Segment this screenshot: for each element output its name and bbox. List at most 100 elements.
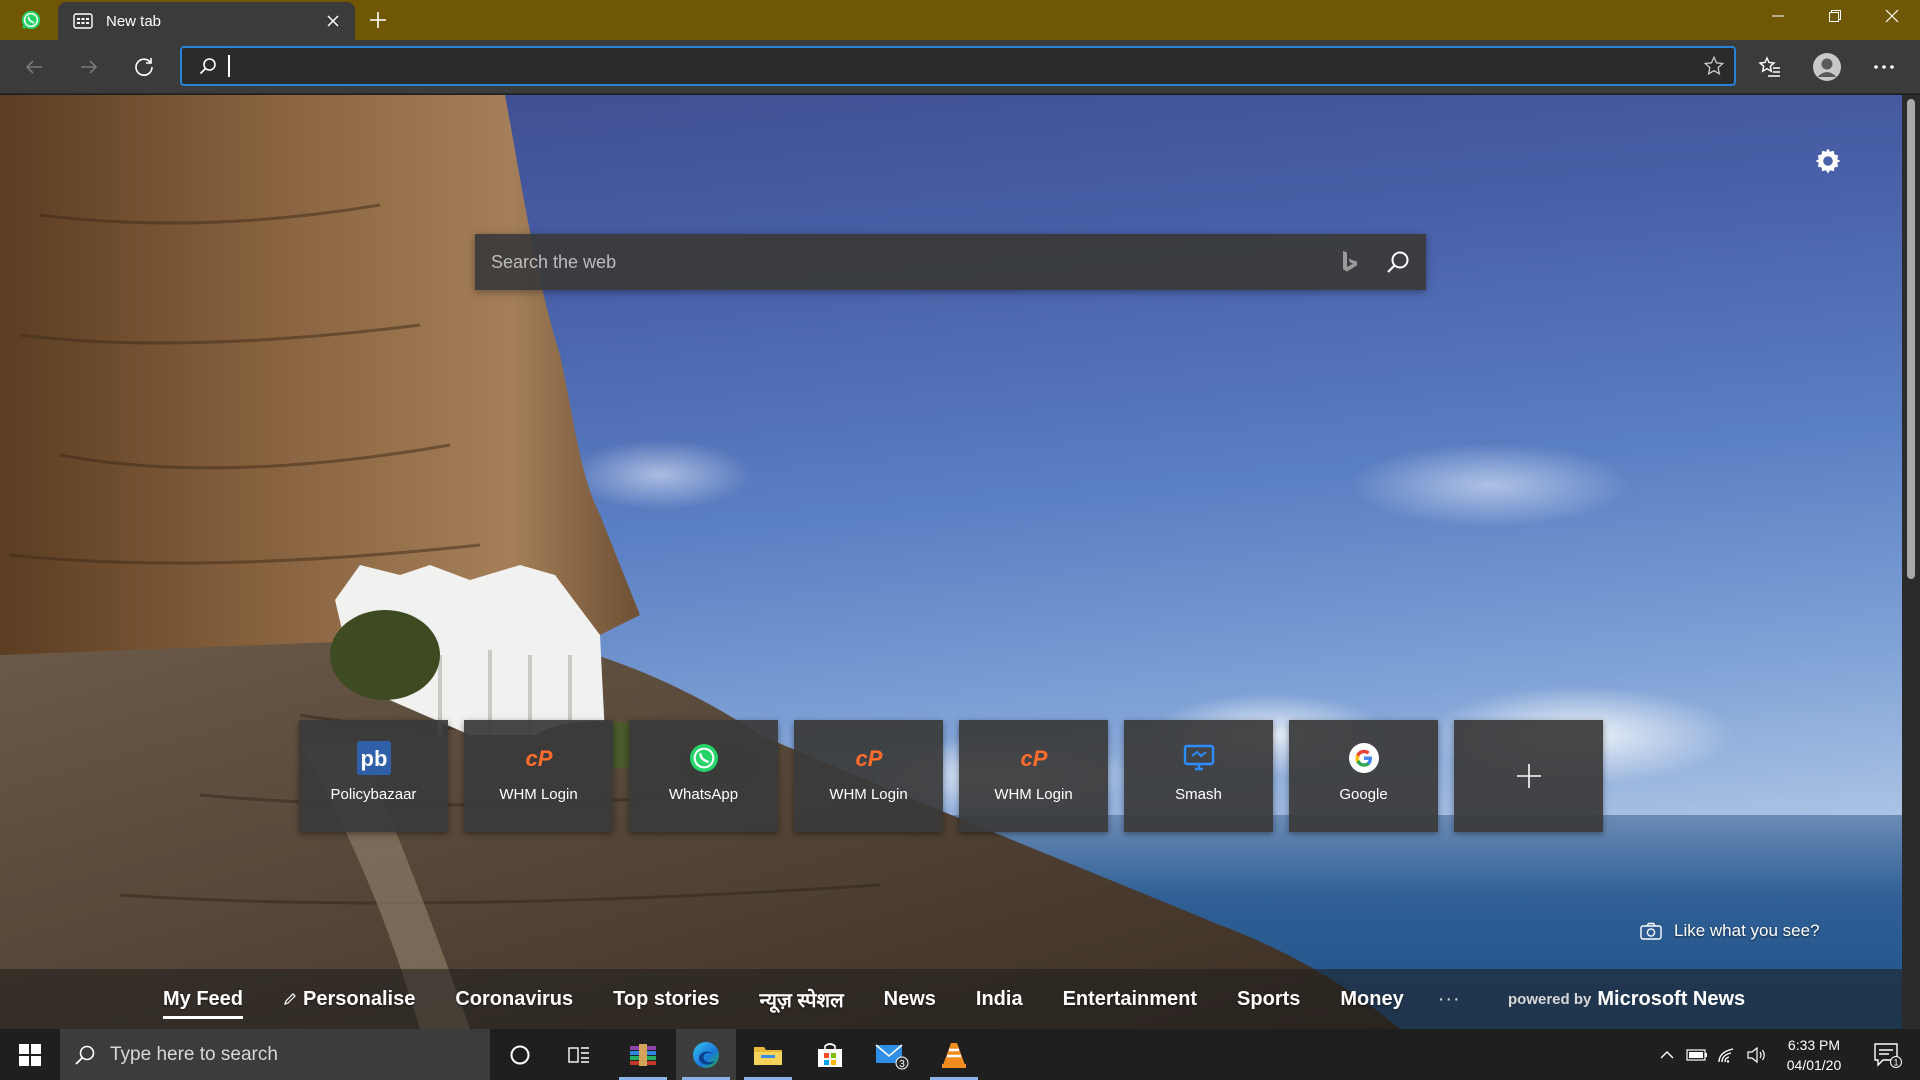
new-tab-page-icon	[72, 12, 94, 30]
tab-new-tab[interactable]: New tab	[58, 2, 355, 40]
taskbar-app-store[interactable]	[800, 1029, 860, 1080]
refresh-button[interactable]	[126, 49, 162, 85]
taskbar-app-file-explorer[interactable]	[738, 1029, 798, 1080]
vlc-cone-icon	[942, 1042, 966, 1068]
bing-logo-icon	[1330, 242, 1370, 282]
system-tray	[1652, 1029, 1772, 1080]
notification-count: 1	[1893, 1057, 1898, 1067]
cortana-button[interactable]	[490, 1029, 550, 1080]
title-bar: New tab	[0, 0, 1920, 40]
page-settings-button[interactable]	[1812, 145, 1844, 177]
quick-link-label: WHM Login	[829, 786, 908, 803]
feed-tab-entertainment[interactable]: Entertainment	[1063, 988, 1197, 1011]
taskbar-app-vlc[interactable]	[924, 1029, 984, 1080]
notification-icon: 1	[1874, 1042, 1902, 1068]
quick-link-label: WHM Login	[499, 786, 578, 803]
plus-icon	[370, 12, 386, 28]
web-search-box[interactable]	[475, 234, 1426, 290]
volume-control[interactable]	[1742, 1029, 1772, 1080]
battery-status[interactable]	[1682, 1029, 1712, 1080]
windows-logo-icon	[19, 1043, 41, 1066]
feed-tab-top-stories[interactable]: Top stories	[613, 988, 719, 1011]
edge-icon	[693, 1041, 719, 1068]
forward-button[interactable]	[71, 49, 107, 85]
clock-time: 6:33 PM	[1787, 1036, 1841, 1053]
powered-by-prefix: powered by	[1508, 990, 1592, 1008]
minimize-button[interactable]	[1749, 0, 1806, 32]
quick-link[interactable]: Smash	[1124, 720, 1273, 832]
policybazaar-icon: pb	[356, 740, 392, 776]
show-hidden-icons-button[interactable]	[1652, 1029, 1682, 1080]
quick-link[interactable]: WhatsApp	[629, 720, 778, 832]
close-icon	[1885, 9, 1898, 23]
close-window-button[interactable]	[1863, 0, 1920, 32]
settings-more-button[interactable]	[1866, 49, 1902, 85]
new-tab-page: pb Policybazaar cP WHM Login WhatsApp cP…	[0, 95, 1902, 1029]
network-status[interactable]	[1712, 1029, 1742, 1080]
feed-tab-money[interactable]: Money	[1340, 988, 1403, 1011]
speaker-icon	[1747, 1046, 1765, 1063]
address-bar[interactable]	[180, 46, 1736, 86]
new-tab-button[interactable]	[362, 4, 394, 36]
feed-tab-news-special[interactable]: न्यूज़ स्पेशल	[759, 986, 843, 1013]
address-input[interactable]	[228, 55, 1694, 77]
search-icon	[75, 1045, 95, 1065]
forward-arrow-icon	[81, 60, 98, 74]
taskbar-search-box[interactable]	[60, 1029, 490, 1080]
search-icon	[1387, 251, 1409, 273]
taskbar-clock[interactable]: 6:33 PM 04/01/20	[1776, 1029, 1852, 1080]
monitor-icon	[1181, 740, 1217, 776]
refresh-icon	[135, 58, 153, 76]
quick-link[interactable]: cP WHM Login	[959, 720, 1108, 832]
quick-link[interactable]: cP WHM Login	[464, 720, 613, 832]
feed-tab-my-feed[interactable]: My Feed	[163, 988, 244, 1019]
svg-text:pb: pb	[360, 746, 387, 771]
scrollbar-thumb[interactable]	[1907, 99, 1915, 579]
powered-by: powered by Microsoft News	[1508, 969, 1745, 1029]
more-dots-icon	[1874, 65, 1894, 69]
task-view-button[interactable]	[550, 1029, 610, 1080]
pencil-icon	[284, 993, 296, 1005]
restore-icon	[1828, 10, 1841, 22]
taskbar-app-edge[interactable]	[676, 1029, 736, 1080]
feed-tab-sports[interactable]: Sports	[1237, 988, 1300, 1011]
quick-link[interactable]: cP WHM Login	[794, 720, 943, 832]
winrar-icon	[630, 1043, 656, 1066]
feed-more-button[interactable]: ···	[1438, 988, 1461, 1011]
profile-button[interactable]	[1809, 49, 1845, 85]
taskbar-app-winrar[interactable]	[613, 1029, 673, 1080]
restore-button[interactable]	[1806, 0, 1863, 32]
taskbar-app-mail[interactable]: 3	[862, 1029, 922, 1080]
feed-tab-personalise[interactable]: Personalise	[283, 988, 415, 1011]
pinned-tab-whatsapp[interactable]	[0, 0, 62, 40]
svg-text:cP: cP	[525, 746, 552, 770]
like-what-you-see-label: Like what you see?	[1674, 921, 1820, 940]
vertical-scrollbar[interactable]	[1902, 95, 1920, 1029]
quick-link-label: Google	[1339, 786, 1388, 803]
feed-tab-india[interactable]: India	[976, 988, 1023, 1011]
favorites-button[interactable]	[1752, 49, 1788, 85]
add-favorite-star-icon[interactable]	[1694, 48, 1734, 84]
taskbar-search-input[interactable]	[110, 1043, 440, 1066]
action-center-button[interactable]: 1	[1862, 1029, 1914, 1080]
avatar-icon	[1813, 53, 1841, 81]
add-quick-link-button[interactable]	[1454, 720, 1603, 832]
quick-links: pb Policybazaar cP WHM Login WhatsApp cP…	[299, 720, 1603, 832]
start-button[interactable]	[0, 1029, 60, 1080]
gear-icon	[1815, 148, 1841, 174]
minimize-icon	[1771, 15, 1784, 17]
google-icon	[1346, 740, 1382, 776]
web-search-button[interactable]	[1370, 234, 1426, 290]
like-what-you-see-button[interactable]: Like what you see?	[1640, 921, 1820, 941]
back-button[interactable]	[16, 49, 52, 85]
feed-tab-news[interactable]: News	[884, 988, 936, 1011]
close-tab-icon[interactable]	[323, 11, 343, 31]
quick-link[interactable]: Google	[1289, 720, 1438, 832]
quick-link[interactable]: pb Policybazaar	[299, 720, 448, 832]
browser-toolbar	[0, 40, 1920, 94]
feed-tab-coronavirus[interactable]: Coronavirus	[455, 988, 573, 1011]
back-arrow-icon	[25, 60, 42, 74]
web-search-input[interactable]	[491, 251, 1330, 273]
cpanel-icon: cP	[521, 740, 557, 776]
news-feed-nav: My Feed Personalise Coronavirus Top stor…	[0, 969, 1902, 1029]
